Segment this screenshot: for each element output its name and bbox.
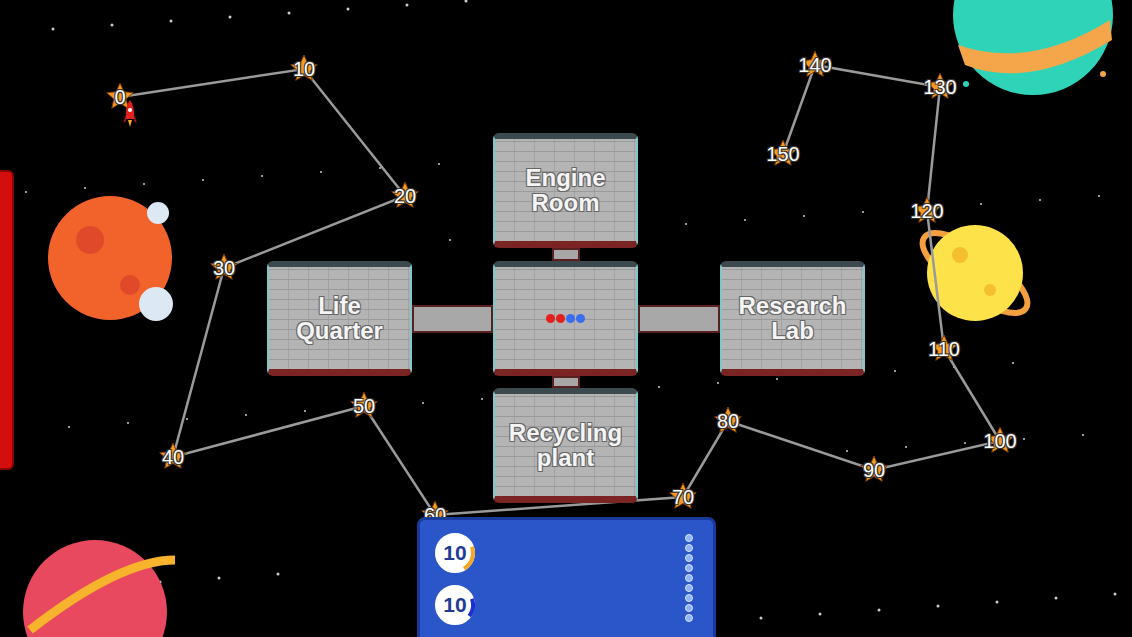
slot-dots: [685, 532, 693, 637]
node-label: 20: [394, 185, 416, 208]
corridor: [638, 305, 720, 333]
room-name: Recycling plant: [499, 420, 632, 470]
node-label: 100: [983, 430, 1016, 453]
corridor: [412, 305, 493, 333]
track-node[interactable]: 100: [983, 424, 1017, 458]
track-node[interactable]: 120: [910, 194, 944, 228]
player-tokens: [546, 314, 585, 323]
rocket-icon[interactable]: [123, 99, 137, 129]
node-label: 50: [353, 395, 375, 418]
slot-dot: [685, 574, 693, 582]
player-token[interactable]: [576, 314, 585, 323]
track-node[interactable]: 130: [923, 70, 957, 104]
track-path: [120, 65, 1000, 515]
node-label: 30: [213, 257, 235, 280]
track-node[interactable]: 20: [388, 179, 422, 213]
track-node[interactable]: 80: [711, 404, 745, 438]
node-label: 10: [293, 58, 315, 81]
track-node[interactable]: 40: [156, 440, 190, 474]
planet-pink-icon: [23, 540, 175, 637]
slot-dot: [685, 554, 693, 562]
track-node[interactable]: 90: [857, 453, 891, 487]
corridor: [552, 376, 580, 388]
hub-room[interactable]: [493, 261, 638, 376]
timer-value: 10: [443, 541, 466, 565]
track-node[interactable]: 110: [927, 332, 961, 366]
node-label: 140: [798, 54, 831, 77]
node-label: 0: [114, 86, 125, 109]
track-node[interactable]: 50: [347, 389, 381, 423]
station-room[interactable]: Life Quarter: [267, 261, 412, 376]
station-room[interactable]: Engine Room: [493, 133, 638, 248]
room-name: Life Quarter: [273, 293, 406, 343]
player-token[interactable]: [566, 314, 575, 323]
node-label: 150: [766, 143, 799, 166]
side-bar: [0, 170, 14, 470]
slot-dot: [685, 594, 693, 602]
station-room[interactable]: Research Lab: [720, 261, 865, 376]
node-label: 70: [672, 486, 694, 509]
track-node[interactable]: 150: [766, 137, 800, 171]
node-label: 120: [910, 200, 943, 223]
player-token[interactable]: [546, 314, 555, 323]
planet-teal-icon: [953, 0, 1113, 95]
slot-dot: [685, 564, 693, 572]
track-node[interactable]: 70: [666, 480, 700, 514]
slot-dot: [685, 604, 693, 612]
room-name: Research Lab: [726, 293, 859, 343]
timer: 10: [434, 584, 476, 626]
node-label: 90: [863, 459, 885, 482]
timer-value: 10: [443, 593, 466, 617]
slot-dot: [685, 534, 693, 542]
track-node[interactable]: 10: [287, 52, 321, 86]
node-label: 110: [928, 338, 960, 361]
node-label: 80: [717, 410, 739, 433]
station-room[interactable]: Recycling plant: [493, 388, 638, 503]
slot-dot: [685, 584, 693, 592]
player-token[interactable]: [556, 314, 565, 323]
track-node[interactable]: 140: [798, 48, 832, 82]
planet-orange-icon: [48, 196, 173, 321]
node-label: 40: [162, 446, 184, 469]
node-label: 130: [923, 76, 956, 99]
status-panel: 10 10: [417, 517, 716, 637]
slot-dot: [685, 614, 693, 622]
timer: 10: [434, 532, 476, 574]
room-name: Engine Room: [499, 165, 632, 215]
space-station: Engine Room Life Quarter Research Lab Recyc…: [267, 133, 865, 503]
game-board: Engine Room Life Quarter Research Lab Recyc…: [0, 0, 1132, 637]
slot-dot: [685, 544, 693, 552]
track-node[interactable]: 30: [207, 251, 241, 285]
timer-list: 10 10: [434, 532, 476, 637]
corridor: [552, 248, 580, 261]
